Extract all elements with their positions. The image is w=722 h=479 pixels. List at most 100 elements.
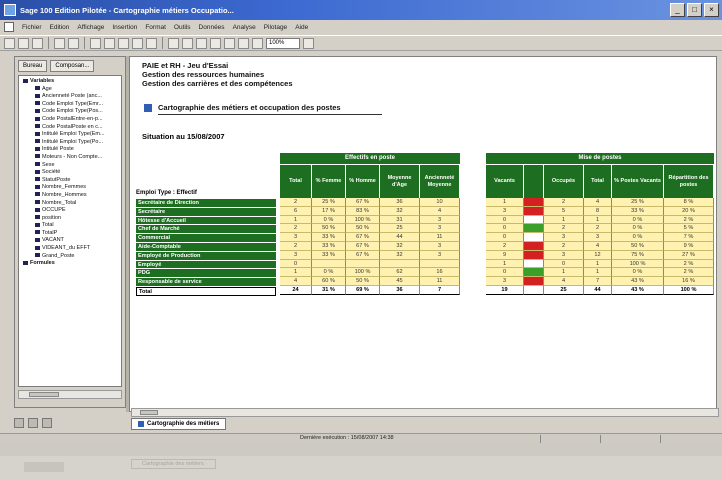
- table-cell: 45: [380, 277, 420, 286]
- tree-item[interactable]: Nombre_Hommes: [21, 192, 119, 200]
- table-cell: 67 %: [346, 250, 380, 260]
- tree-item[interactable]: Intitulé Emploi Type(Em...: [21, 131, 119, 139]
- copy-icon[interactable]: [104, 37, 115, 49]
- preview-icon[interactable]: [68, 37, 79, 49]
- tab-cartographie[interactable]: Cartographie des métiers: [131, 418, 227, 430]
- redo-icon[interactable]: [146, 37, 157, 49]
- variable-icon: [35, 101, 40, 106]
- tree-folder[interactable]: Formules: [21, 260, 119, 268]
- tree-item[interactable]: Grand_Poste: [21, 253, 119, 261]
- tree-folder[interactable]: Variables: [21, 78, 119, 86]
- table-cell: 33 %: [312, 233, 346, 242]
- tab-bureau[interactable]: Bureau: [18, 60, 48, 72]
- undo-icon[interactable]: [132, 37, 143, 49]
- title-bar: Sage 100 Edition Pilotée - Cartographie …: [0, 0, 722, 20]
- close-button[interactable]: ×: [704, 3, 719, 17]
- tree-item[interactable]: Age: [21, 86, 119, 94]
- tree-item[interactable]: Code Emploi Type(Emr...: [21, 101, 119, 109]
- menu-fichier[interactable]: Fichier: [22, 24, 42, 31]
- explorer-scrollbar[interactable]: [18, 390, 122, 399]
- postes-table: Mise de postes Vacants Occupés Total% Post…: [486, 153, 714, 295]
- employment-type-cell: Secrétaire de Direction: [136, 199, 276, 208]
- tree-item[interactable]: position: [21, 215, 119, 223]
- tree-item[interactable]: Intitulé Emploi Type(Po...: [21, 139, 119, 147]
- document-icon[interactable]: [4, 22, 14, 32]
- scrollbar-thumb[interactable]: [140, 410, 158, 415]
- tree-item[interactable]: Code Emploi Type(Pos...: [21, 108, 119, 116]
- employment-type-cell: Hôtesse d'Accueil: [136, 216, 276, 226]
- zoom-in-icon[interactable]: [238, 37, 249, 49]
- employment-type-cell: PDG: [136, 269, 276, 279]
- status-text: Dernière exécution : 15/08/2007 14:38: [300, 435, 394, 441]
- tree-item[interactable]: Ancienneté Poste (anc...: [21, 93, 119, 101]
- open-icon[interactable]: [18, 37, 29, 49]
- toolbar-separator: [162, 37, 163, 49]
- tree-item[interactable]: Sexe: [21, 162, 119, 170]
- tree-item[interactable]: TotalP: [21, 230, 119, 238]
- document-scrollbar[interactable]: [131, 408, 719, 417]
- tree-item[interactable]: StatutPoste: [21, 177, 119, 185]
- situation-date: Situation au 15/08/2007: [142, 132, 225, 141]
- paste-icon[interactable]: [118, 37, 129, 49]
- tree-item-label: Age: [42, 85, 52, 92]
- chart-icon[interactable]: [210, 37, 221, 49]
- tree-item[interactable]: Moteurs - Non Compte...: [21, 154, 119, 162]
- tree-item[interactable]: VACANT: [21, 237, 119, 245]
- filter-icon[interactable]: [224, 37, 235, 49]
- menu-analyse[interactable]: Analyse: [233, 24, 256, 31]
- table-cell: 7: [420, 285, 460, 295]
- variable-icon: [35, 86, 40, 91]
- bold-icon[interactable]: [168, 37, 179, 49]
- status-divider: [540, 435, 541, 443]
- table-cell: 4: [584, 241, 612, 251]
- menu-format[interactable]: Format: [145, 24, 166, 31]
- grid-icon[interactable]: [182, 37, 193, 49]
- tab-composants[interactable]: Composan...: [50, 60, 95, 72]
- tree-item-label: Ancienneté Poste (anc...: [42, 93, 102, 100]
- table-cell: 12: [584, 250, 612, 260]
- table-row: 10 % 100 % 62 16: [280, 268, 460, 278]
- tree-item[interactable]: Code PostalEntre-en-p...: [21, 116, 119, 124]
- table-icon[interactable]: [196, 37, 207, 49]
- table-cell: 19: [486, 285, 524, 295]
- tree-item[interactable]: VIDEANT_du EFFT: [21, 245, 119, 253]
- table-cell: 2: [544, 224, 584, 234]
- menu-insertion[interactable]: Insertion: [112, 24, 137, 31]
- tree-item[interactable]: Nombre_Femmes: [21, 184, 119, 192]
- table-cell: 3: [420, 224, 460, 234]
- menu-pilotage[interactable]: Pilotage: [264, 24, 288, 31]
- help-icon[interactable]: [303, 37, 314, 49]
- menu-donnees[interactable]: Données: [199, 24, 225, 31]
- nav-view-icon[interactable]: [42, 418, 52, 428]
- total-row: 19 25 44 43 % 100 %: [486, 285, 714, 295]
- save-icon[interactable]: [32, 37, 43, 49]
- nav-up-icon[interactable]: [28, 418, 38, 428]
- print-icon[interactable]: [54, 37, 65, 49]
- employment-type-cell: Commercial: [136, 234, 276, 243]
- zoom-select[interactable]: 100%: [266, 37, 300, 49]
- header-line-2: Gestion des ressources humaines: [142, 70, 265, 79]
- menu-outils[interactable]: Outils: [174, 24, 191, 31]
- tree-item[interactable]: Total: [21, 222, 119, 230]
- scrollbar-thumb[interactable]: [29, 392, 59, 397]
- menu-edition[interactable]: Edition: [50, 24, 70, 31]
- tree-item[interactable]: Société: [21, 169, 119, 177]
- tree-item[interactable]: Intitulé Poste: [21, 146, 119, 154]
- status-indicator: [524, 241, 544, 251]
- tree-item[interactable]: Nombre_Total: [21, 200, 119, 208]
- variable-icon: [35, 108, 40, 113]
- minimize-button[interactable]: _: [670, 3, 685, 17]
- new-icon[interactable]: [4, 37, 15, 49]
- menu-affichage[interactable]: Affichage: [77, 24, 104, 31]
- employment-type-header: Emploi Type : Effectif: [136, 190, 197, 196]
- tree-item-label: Code PostalPoste en c...: [42, 123, 103, 130]
- nav-back-icon[interactable]: [14, 418, 24, 428]
- table-cell: 3: [280, 250, 312, 260]
- table-cell: 9: [486, 250, 524, 260]
- tree-item[interactable]: OCCUPE: [21, 207, 119, 215]
- menu-aide[interactable]: Aide: [295, 24, 308, 31]
- tree-item[interactable]: Code PostalPoste en c...: [21, 124, 119, 132]
- cut-icon[interactable]: [90, 37, 101, 49]
- maximize-button[interactable]: □: [687, 3, 702, 17]
- zoom-out-icon[interactable]: [252, 37, 263, 49]
